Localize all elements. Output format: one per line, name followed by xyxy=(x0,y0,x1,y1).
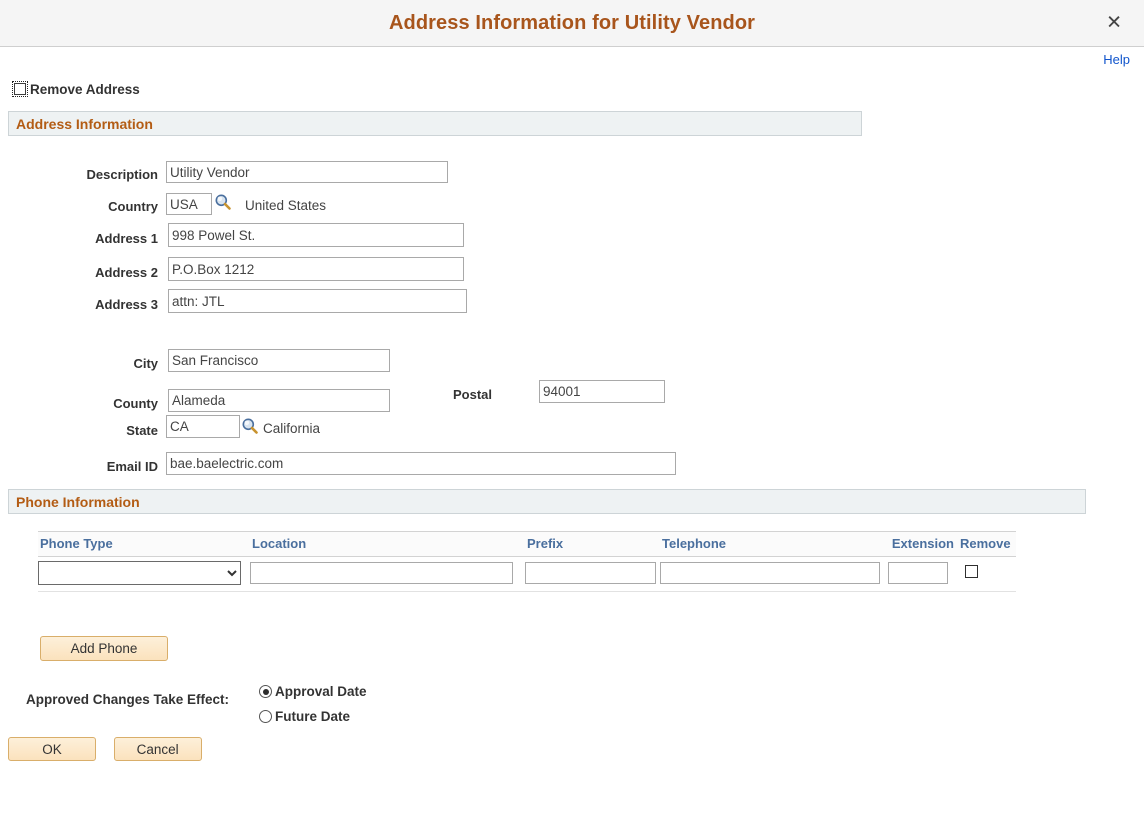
future-date-radio[interactable] xyxy=(259,710,272,723)
description-input[interactable] xyxy=(166,161,448,183)
phone-type-select[interactable] xyxy=(38,561,241,585)
radio-option-future-date[interactable]: Future Date xyxy=(259,709,350,724)
country-label: Country xyxy=(108,199,158,214)
future-date-label: Future Date xyxy=(275,709,351,724)
cell-phone-type xyxy=(38,556,250,592)
close-icon[interactable]: ✕ xyxy=(1106,13,1122,33)
city-label: City xyxy=(133,356,158,371)
approved-changes-row: Approved Changes Take Effect: Approval D… xyxy=(0,683,1144,735)
country-resolved-text: United States xyxy=(245,198,327,213)
city-input[interactable] xyxy=(168,349,390,372)
ok-button[interactable]: OK xyxy=(8,737,96,761)
phone-table-container: Phone Type Location Prefix Telephone Ext… xyxy=(38,531,1016,592)
address-information-title: Address Information xyxy=(16,115,153,132)
extension-input[interactable] xyxy=(888,562,948,584)
dialog-footer: OK Cancel xyxy=(0,737,1144,761)
approval-date-radio[interactable] xyxy=(259,685,272,698)
radio-option-approval-date[interactable]: Approval Date xyxy=(259,684,367,699)
help-row: Help xyxy=(0,47,1144,73)
phone-table: Phone Type Location Prefix Telephone Ext… xyxy=(38,531,1016,592)
column-header-extension: Extension xyxy=(888,531,956,557)
cell-prefix xyxy=(525,556,660,592)
approval-date-label: Approval Date xyxy=(275,684,367,699)
dialog-title-bar: Address Information for Utility Vendor ✕ xyxy=(0,0,1144,47)
remove-address-checkbox[interactable] xyxy=(14,83,26,95)
column-header-telephone: Telephone xyxy=(660,531,888,557)
approved-changes-label: Approved Changes Take Effect: xyxy=(26,692,230,707)
cancel-button[interactable]: Cancel xyxy=(113,737,202,761)
table-row xyxy=(38,556,1016,592)
address1-label: Address 1 xyxy=(95,231,158,246)
phone-information-title: Phone Information xyxy=(16,493,140,510)
postal-input[interactable] xyxy=(539,380,665,403)
cell-remove xyxy=(956,556,1016,592)
location-input[interactable] xyxy=(250,562,513,584)
column-header-remove: Remove xyxy=(956,531,1016,557)
column-header-phone-type: Phone Type xyxy=(38,531,250,557)
country-lookup-magnifier-icon[interactable] xyxy=(214,193,232,211)
column-header-prefix: Prefix xyxy=(525,531,660,557)
cell-telephone xyxy=(660,556,888,592)
state-input[interactable] xyxy=(166,415,240,438)
email-label: Email ID xyxy=(106,459,158,474)
address-fields-block: Description Country United States Addres… xyxy=(0,150,1144,325)
telephone-input[interactable] xyxy=(660,562,880,584)
cell-extension xyxy=(888,556,956,592)
address-fields-block-2: City County Postal State California Emai… xyxy=(0,349,1144,479)
email-input[interactable] xyxy=(166,452,676,475)
remove-phone-checkbox[interactable] xyxy=(965,565,978,578)
prefix-input[interactable] xyxy=(525,562,656,584)
address2-input[interactable] xyxy=(168,257,464,281)
state-resolved-text: California xyxy=(263,421,321,436)
column-header-location: Location xyxy=(250,531,525,557)
state-lookup-magnifier-icon[interactable] xyxy=(241,417,259,435)
state-label: State xyxy=(126,423,158,438)
remove-address-focus-ring xyxy=(12,81,28,97)
phone-table-header-row: Phone Type Location Prefix Telephone Ext… xyxy=(38,531,1016,557)
address-information-section-header: Address Information xyxy=(8,111,862,136)
address3-label: Address 3 xyxy=(95,297,158,312)
page-title: Address Information for Utility Vendor xyxy=(388,11,756,34)
county-input[interactable] xyxy=(168,389,390,412)
description-label: Description xyxy=(86,167,158,182)
remove-address-label: Remove Address xyxy=(30,81,140,97)
address3-input[interactable] xyxy=(168,289,467,313)
remove-address-row: Remove Address xyxy=(12,81,1144,97)
cell-location xyxy=(250,556,525,592)
country-input[interactable] xyxy=(166,193,212,215)
address1-input[interactable] xyxy=(168,223,464,247)
help-link[interactable]: Help xyxy=(1103,52,1130,67)
add-phone-button[interactable]: Add Phone xyxy=(40,636,168,661)
address2-label: Address 2 xyxy=(95,265,158,280)
phone-information-section-header: Phone Information xyxy=(8,489,1086,514)
postal-label: Postal xyxy=(452,387,492,402)
county-label: County xyxy=(113,396,158,411)
